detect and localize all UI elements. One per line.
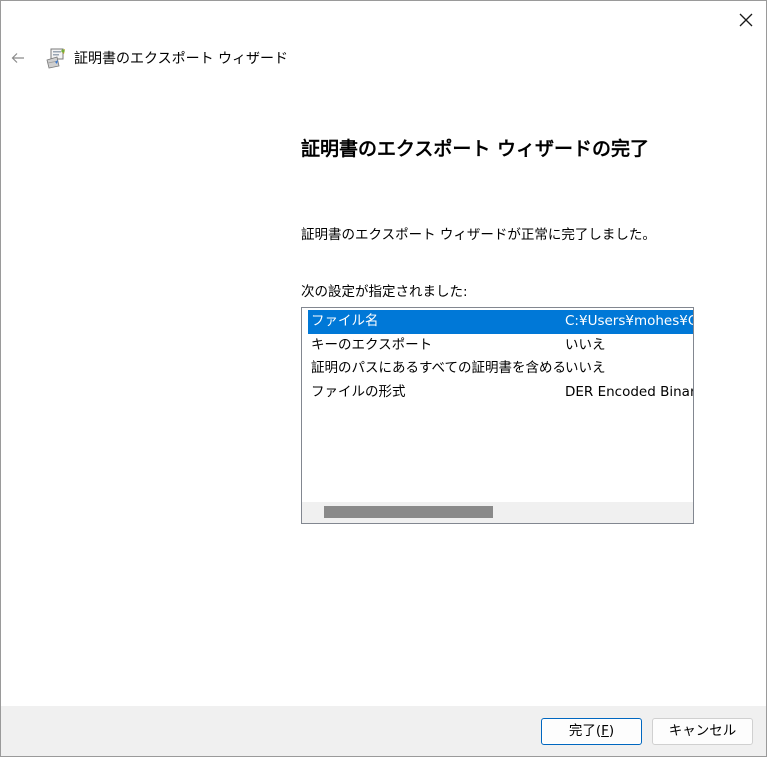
close-button[interactable] [726, 1, 766, 39]
setting-name: ファイル名 [311, 313, 379, 329]
settings-list[interactable]: ファイル名 C:¥Users¥mohes¥Or キーのエクスポート いいえ 証明… [301, 307, 694, 524]
close-icon [739, 13, 753, 27]
wizard-window: 証明書のエクスポート ウィザード 証明書のエクスポート ウィザードの完了 証明書… [0, 0, 767, 757]
button-bar: 完了(F) キャンセル [1, 706, 766, 756]
settings-label: 次の設定が指定されました: [301, 284, 468, 300]
horizontal-scrollbar[interactable] [302, 502, 693, 523]
success-message: 証明書のエクスポート ウィザードが正常に完了しました。 [301, 227, 656, 243]
wizard-title: 証明書のエクスポート ウィザード [74, 51, 289, 67]
list-item-include-chain[interactable]: 証明のパスにあるすべての証明書を含める いいえ [308, 357, 693, 381]
cancel-button[interactable]: キャンセル [652, 718, 753, 745]
finish-label-suffix: ) [608, 723, 615, 739]
setting-value: いいえ [565, 360, 606, 376]
back-arrow-icon [11, 53, 24, 63]
setting-name: キーのエクスポート [311, 336, 433, 353]
list-item-key-export[interactable]: キーのエクスポート いいえ [308, 334, 693, 358]
finish-accelerator: F [601, 723, 609, 739]
settings-rows: ファイル名 C:¥Users¥mohes¥Or キーのエクスポート いいえ 証明… [308, 310, 693, 404]
page-heading: 証明書のエクスポート ウィザードの完了 [301, 138, 650, 160]
back-button[interactable] [5, 45, 31, 71]
scrollbar-thumb[interactable] [324, 506, 493, 518]
setting-name: 証明のパスにあるすべての証明書を含める [311, 360, 567, 376]
setting-value: DER Encoded Binary [565, 383, 693, 400]
setting-name: ファイルの形式 [311, 383, 406, 400]
finish-button[interactable]: 完了(F) [541, 718, 642, 745]
setting-value: いいえ [565, 336, 606, 353]
certificate-wizard-icon [46, 48, 65, 69]
finish-label: 完了( [568, 723, 602, 739]
setting-value: C:¥Users¥mohes¥Or [565, 313, 693, 329]
list-item-file-format[interactable]: ファイルの形式 DER Encoded Binary [308, 381, 693, 405]
list-item-file-name[interactable]: ファイル名 C:¥Users¥mohes¥Or [308, 310, 693, 334]
